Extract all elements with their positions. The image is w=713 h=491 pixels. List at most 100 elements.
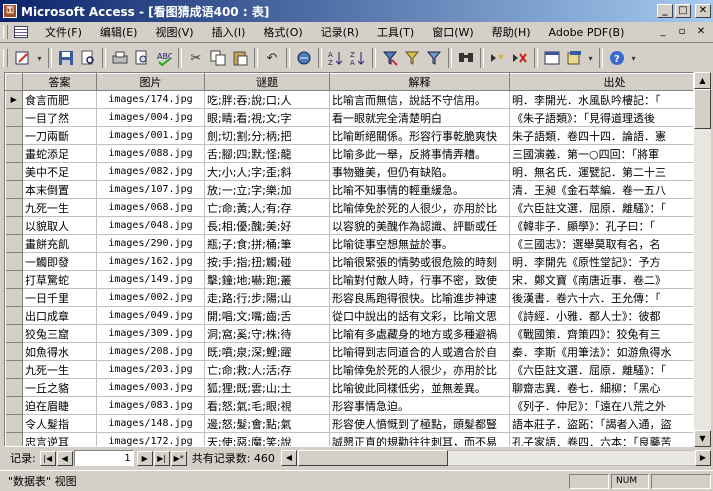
cell-riddle[interactable]: 邊;怒;髮;會;點;氣 [204,414,330,433]
sort-descending-icon[interactable]: ZA [347,47,369,69]
cell-source[interactable]: 宋．鄭文寶《南唐近事．卷二》 [509,270,693,289]
last-record-icon[interactable]: ▶| [153,450,170,466]
menu-format[interactable]: 格式(O) [254,24,311,40]
cell-riddle[interactable]: 開;唱;文;嘴;齒;舌 [204,306,330,325]
cell-answer[interactable]: 畫餅充飢 [22,234,97,253]
find-icon[interactable] [455,47,477,69]
cell-answer[interactable]: 一刀兩斷 [22,126,97,145]
undo-icon[interactable]: ↶ [261,47,283,69]
row-selector[interactable] [5,162,23,181]
cell-source[interactable]: 《三國志》：選舉莫取有名，名 [509,234,693,253]
row-selector[interactable] [5,270,23,289]
sort-ascending-icon[interactable]: AZ [325,47,347,69]
doc-minimize-button[interactable]: _ [655,25,671,39]
cell-answer[interactable]: 一丘之貉 [22,378,97,397]
dropdown-arrow-icon[interactable]: ▾ [34,47,45,69]
cell-source[interactable]: 朱子語類．卷四十四．論語．憲 [509,126,693,145]
menu-records[interactable]: 记录(R) [312,24,368,40]
table-row[interactable]: 九死一生 images/068.jpg 亡;命;黃;人;有;存 比喻倖免於死的人很少，… [5,198,693,217]
menu-help[interactable]: 帮助(H) [483,24,540,40]
cell-answer[interactable]: 畫蛇添足 [22,144,97,163]
cell-riddle[interactable]: 大;小;人;字;歪;斜 [204,162,330,181]
cell-riddle[interactable]: 擊;鐘;地;嚇;跑;叢 [204,270,330,289]
table-row[interactable]: 一日千里 images/002.jpg 走;路;行;步;陽;山 形容良馬跑得很快。比喻… [5,288,693,307]
cell-answer[interactable]: 一日千里 [22,288,97,307]
menu-tools[interactable]: 工具(T) [368,24,423,40]
cell-explanation[interactable]: 比喻倖免於死的人很少，亦用於比 [329,198,510,217]
table-row[interactable]: 出口成章 images/049.jpg 開;唱;文;嘴;齒;舌 從口中說出的話有文彩，… [5,306,693,325]
previous-record-icon[interactable]: ◀ [56,450,73,466]
scroll-up-icon[interactable]: ▲ [694,72,711,89]
new-record-nav-icon[interactable]: ▶* [170,450,187,466]
cell-image[interactable]: images/068.jpg [96,198,205,217]
cell-image[interactable]: images/149.jpg [96,270,205,289]
cell-explanation[interactable]: 比喻得到志同道合的人或適合於自 [329,342,510,361]
cell-answer[interactable]: 九死一生 [22,360,97,379]
cell-source[interactable]: 孔子家語．卷四．六本：「良藥苦 [509,432,693,446]
row-selector[interactable] [5,126,23,145]
cell-image[interactable]: images/048.jpg [96,216,205,235]
row-selector[interactable] [5,306,23,325]
cell-explanation[interactable]: 比喻對付敵人時，行事不密，致使 [329,270,510,289]
cell-riddle[interactable]: 舌;腳;四;默;怪;龍 [204,144,330,163]
table-row[interactable]: 本末倒置 images/107.jpg 放;一;立;字;樂;加 比喻不知事情的輕重緩急… [5,180,693,199]
cell-source[interactable]: 《列子．仲尼》：「遠在八荒之外 [509,396,693,415]
cell-answer[interactable]: 以貌取人 [22,216,97,235]
help-icon[interactable]: ? [606,47,628,69]
column-header-explanation[interactable]: 解释 [329,73,510,91]
menubar-grip[interactable] [3,25,8,39]
menu-edit[interactable]: 编辑(E) [91,24,147,40]
cell-explanation[interactable]: 看一眼就完全清楚明白 [329,108,510,127]
row-selector[interactable] [5,360,23,379]
menu-adobe-pdf[interactable]: Adobe PDF(B) [540,26,634,39]
cell-explanation[interactable]: 形容良馬跑得很快。比喻進步神速 [329,288,510,307]
row-selector[interactable] [5,396,23,415]
cell-source[interactable]: 明．無名氏．運甓記．第二十三 [509,162,693,181]
cell-source[interactable]: 秦．李斯《用筆法》：如游魚得水 [509,342,693,361]
cell-explanation[interactable]: 形容事情急迫。 [329,396,510,415]
cell-image[interactable]: images/001.jpg [96,126,205,145]
cell-riddle[interactable]: 瓶;子;食;拼;桶;筆 [204,234,330,253]
table-row[interactable]: ▶ 食言而肥 images/174.jpg 吃;胖;吞;說;口;人 比喻言而無信，說話不… [5,90,693,109]
cell-explanation[interactable]: 比喻徒事空想無益於事。 [329,234,510,253]
cell-riddle[interactable]: 狐;狸;既;雲;山;土 [204,378,330,397]
cell-image[interactable]: images/082.jpg [96,162,205,181]
cell-source[interactable]: 聊齋志異．卷七．細柳：「黑心 [509,378,693,397]
filter-by-selection-icon[interactable] [379,47,401,69]
cell-image[interactable]: images/083.jpg [96,396,205,415]
cell-answer[interactable]: 令人髮指 [22,414,97,433]
cell-riddle[interactable]: 亡;命;黃;人;有;存 [204,198,330,217]
cell-source[interactable]: 明．李開先《原性堂記》：予方 [509,252,693,271]
table-row[interactable]: 九死一生 images/203.jpg 亡;命;救;人;活;存 比喻倖免於死的人很少，… [5,360,693,379]
cell-riddle[interactable]: 亡;命;救;人;活;存 [204,360,330,379]
row-selector[interactable] [5,180,23,199]
vertical-scrollbar[interactable]: ▲ ▼ [694,72,711,447]
select-all-corner[interactable] [5,73,23,91]
doc-restore-button[interactable]: ▫ [674,25,690,39]
cell-answer[interactable]: 迫在眉睫 [22,396,97,415]
table-row[interactable]: 如魚得水 images/208.jpg 既;噴;泉;深;鯉;躍 比喻得到志同道合的人或… [5,342,693,361]
filter-by-form-icon[interactable] [401,47,423,69]
cell-image[interactable]: images/088.jpg [96,144,205,163]
cell-source[interactable]: 《六臣註文選．屈原．離騷》：「 [509,360,693,379]
spelling-icon[interactable]: ABC [153,47,175,69]
cell-answer[interactable]: 打草驚蛇 [22,270,97,289]
print-icon[interactable] [109,47,131,69]
cell-source[interactable]: 明．李開光．水風臥吟樓記：「 [509,90,693,109]
cell-image[interactable]: images/309.jpg [96,324,205,343]
current-record-field[interactable] [73,450,134,466]
cell-source[interactable]: 《朱子語類》：「見得道理透後 [509,108,693,127]
row-selector[interactable] [5,252,23,271]
new-object-icon[interactable] [563,47,585,69]
table-row[interactable]: 迫在眉睫 images/083.jpg 看;怒;氣;毛;眼;視 形容事情急迫。 《列子．… [5,396,693,415]
cell-source[interactable]: 後漢書．卷六十六．王允傳：「 [509,288,693,307]
dropdown-arrow-icon[interactable]: ▾ [585,47,596,69]
table-row[interactable]: 一丘之貉 images/003.jpg 狐;狸;既;雲;山;土 比喻彼此同樣低劣，並無… [5,378,693,397]
minimize-button[interactable]: _ [657,4,673,18]
table-row[interactable]: 打草驚蛇 images/149.jpg 擊;鐘;地;嚇;跑;叢 比喻對付敵人時，行事不… [5,270,693,289]
cell-explanation[interactable]: 比喻彼此同樣低劣，並無差異。 [329,378,510,397]
scroll-right-icon[interactable]: ▶ [695,450,711,466]
cell-image[interactable]: images/174.jpg [96,90,205,109]
cell-answer[interactable]: 美中不足 [22,162,97,181]
cell-explanation[interactable]: 比喻很緊張的情勢或很危險的時刻 [329,252,510,271]
